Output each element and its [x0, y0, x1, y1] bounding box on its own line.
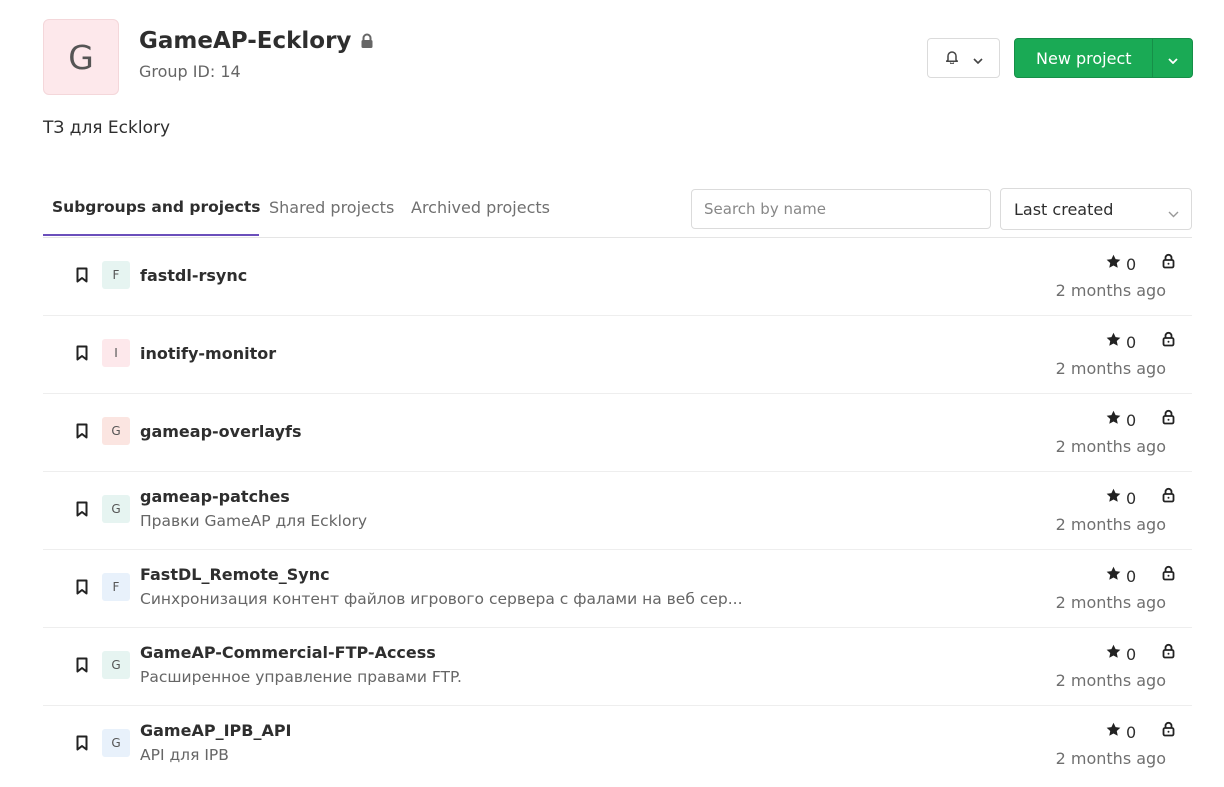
- bookmark-icon[interactable]: [76, 267, 88, 287]
- project-avatar: F: [102, 573, 130, 601]
- group-name: GameAP-Ecklory: [139, 27, 352, 54]
- project-name-link[interactable]: FastDL_Remote_Sync: [140, 565, 330, 584]
- star-count: 0: [1126, 255, 1137, 274]
- bookmark-icon[interactable]: [76, 423, 88, 443]
- project-avatar: G: [102, 651, 130, 679]
- group-description: ТЗ для Ecklory: [43, 118, 171, 138]
- project-stats: 0: [1048, 253, 1175, 276]
- updated-time: 2 months ago: [1055, 671, 1166, 690]
- lock-icon: [1162, 409, 1175, 429]
- project-avatar: G: [102, 729, 130, 757]
- project-row[interactable]: F fastdl-rsync 0 2 months ago: [43, 238, 1192, 316]
- bell-icon: [945, 49, 959, 68]
- project-stats: 0: [1048, 487, 1175, 510]
- new-project-button-group: New project: [1014, 38, 1193, 78]
- project-row[interactable]: F FastDL_Remote_Sync Синхронизация конте…: [43, 550, 1192, 628]
- project-row[interactable]: G gameap-overlayfs 0 2 months ago: [43, 394, 1192, 472]
- project-list: F fastdl-rsync 0 2 months ago I inotify-…: [43, 238, 1192, 784]
- project-stats: 0: [1048, 721, 1175, 744]
- chevron-down-icon: [1168, 203, 1179, 222]
- project-description: Расширенное управление правами FTP.: [140, 668, 462, 686]
- lock-icon: [1162, 487, 1175, 507]
- star-icon[interactable]: [1106, 488, 1121, 507]
- updated-time: 2 months ago: [1055, 281, 1166, 300]
- lock-icon: [1162, 253, 1175, 273]
- sort-selected: Last created: [1014, 199, 1114, 219]
- new-project-dropdown-toggle[interactable]: [1152, 39, 1192, 77]
- project-description: API для IPB: [140, 746, 229, 764]
- updated-time: 2 months ago: [1055, 437, 1166, 456]
- project-row[interactable]: I inotify-monitor 0 2 months ago: [43, 316, 1192, 394]
- lock-icon: [360, 29, 374, 55]
- lock-icon: [1162, 331, 1175, 351]
- updated-time: 2 months ago: [1055, 593, 1166, 612]
- bookmark-icon[interactable]: [76, 735, 88, 755]
- bookmark-icon[interactable]: [76, 345, 88, 365]
- group-title: GameAP-Ecklory: [139, 26, 374, 55]
- star-count: 0: [1126, 567, 1137, 586]
- project-stats: 0: [1048, 331, 1175, 354]
- star-count: 0: [1126, 333, 1137, 352]
- project-description: Синхронизация контент файлов игрового се…: [140, 590, 743, 608]
- notification-dropdown-button[interactable]: [927, 38, 1000, 78]
- star-icon[interactable]: [1106, 566, 1121, 585]
- bookmark-icon[interactable]: [76, 657, 88, 677]
- updated-time: 2 months ago: [1055, 749, 1166, 768]
- project-name-link[interactable]: fastdl-rsync: [140, 266, 247, 285]
- chevron-down-icon: [1167, 49, 1178, 68]
- star-icon[interactable]: [1106, 254, 1121, 273]
- project-stats: 0: [1048, 643, 1175, 666]
- star-count: 0: [1126, 645, 1137, 664]
- project-avatar: G: [102, 417, 130, 445]
- project-avatar: F: [102, 261, 130, 289]
- group-avatar: G: [43, 19, 119, 95]
- project-avatar: G: [102, 495, 130, 523]
- tab-shared-projects[interactable]: Shared projects: [269, 198, 394, 217]
- star-icon[interactable]: [1106, 332, 1121, 351]
- active-tab-indicator: [43, 234, 259, 236]
- lock-icon: [1162, 643, 1175, 663]
- tab-subgroups-and-projects[interactable]: Subgroups and projects: [52, 198, 260, 216]
- project-name-link[interactable]: GameAP_IPB_API: [140, 721, 292, 740]
- group-id: Group ID: 14: [139, 62, 241, 81]
- project-row[interactable]: G GameAP_IPB_API API для IPB 0 2 months …: [43, 706, 1192, 784]
- sort-dropdown[interactable]: Last created: [1000, 188, 1192, 230]
- star-count: 0: [1126, 411, 1137, 430]
- star-icon[interactable]: [1106, 410, 1121, 429]
- project-row[interactable]: G gameap-patches Правки GameAP для Ecklo…: [43, 472, 1192, 550]
- star-icon[interactable]: [1106, 722, 1121, 741]
- project-name-link[interactable]: inotify-monitor: [140, 344, 276, 363]
- star-count: 0: [1126, 723, 1137, 742]
- bookmark-icon[interactable]: [76, 501, 88, 521]
- chevron-down-icon: [972, 49, 983, 68]
- tab-archived-projects[interactable]: Archived projects: [411, 198, 550, 217]
- project-stats: 0: [1048, 565, 1175, 588]
- star-icon[interactable]: [1106, 644, 1121, 663]
- project-name-link[interactable]: GameAP-Commercial-FTP-Access: [140, 643, 436, 662]
- lock-icon: [1162, 565, 1175, 585]
- lock-icon: [1162, 721, 1175, 741]
- project-stats: 0: [1048, 409, 1175, 432]
- updated-time: 2 months ago: [1055, 359, 1166, 378]
- star-count: 0: [1126, 489, 1137, 508]
- new-project-button[interactable]: New project: [1015, 39, 1152, 77]
- bookmark-icon[interactable]: [76, 579, 88, 599]
- search-input[interactable]: [691, 189, 991, 229]
- project-avatar: I: [102, 339, 130, 367]
- project-description: Правки GameAP для Ecklory: [140, 512, 368, 530]
- updated-time: 2 months ago: [1055, 515, 1166, 534]
- project-row[interactable]: G GameAP-Commercial-FTP-Access Расширенн…: [43, 628, 1192, 706]
- project-name-link[interactable]: gameap-overlayfs: [140, 422, 302, 441]
- project-name-link[interactable]: gameap-patches: [140, 487, 290, 506]
